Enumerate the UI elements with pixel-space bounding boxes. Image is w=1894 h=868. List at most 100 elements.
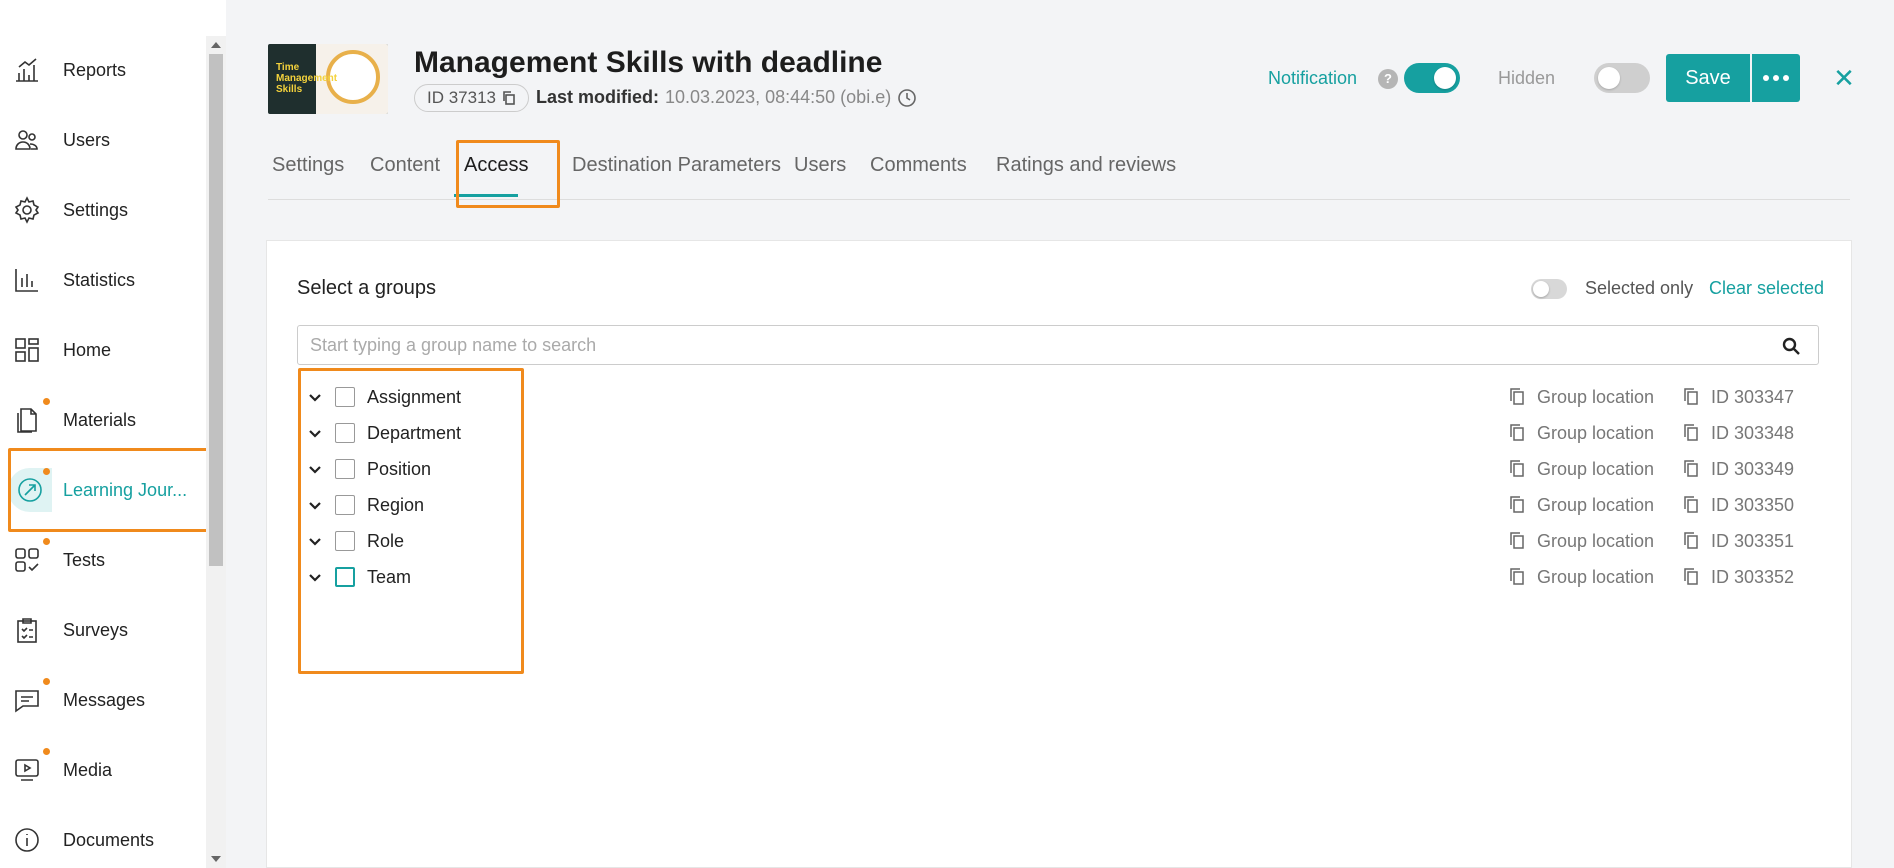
sidebar-scrollbar[interactable] [206, 36, 226, 868]
highlight-frame-tab [456, 140, 560, 208]
sidebar-item-label: Surveys [63, 619, 129, 640]
sidebar-item-media[interactable]: Media [0, 738, 206, 802]
cover-text: Time Management Skills [276, 62, 338, 95]
group-id: ID 303347 [1711, 387, 1795, 407]
scrollbar-thumb[interactable] [209, 54, 223, 566]
copy-icon[interactable] [1683, 424, 1699, 442]
page-title: Management Skills with deadline [414, 46, 883, 79]
scroll-down-icon[interactable] [211, 856, 221, 862]
last-modified-value: 10.03.2023, 08:44:50 (obi.e) [665, 87, 892, 107]
sidebar-item-messages[interactable]: Messages [0, 668, 206, 732]
selected-only-label: Selected only [1585, 278, 1694, 298]
copy-icon[interactable] [1683, 568, 1699, 586]
clipboard-icon [12, 615, 42, 645]
sidebar-item-settings[interactable]: Settings [0, 178, 206, 242]
scroll-up-icon[interactable] [211, 42, 221, 48]
copy-icon[interactable] [1683, 496, 1699, 514]
tab-ratings-and-reviews[interactable]: Ratings and reviews [996, 154, 1176, 177]
hidden-label: Hidden [1498, 68, 1556, 88]
tab-destination-parameters[interactable]: Destination Parameters [572, 154, 781, 177]
group-row: Role Group location ID 303351 [297, 521, 1819, 561]
history-clock-icon[interactable] [897, 88, 917, 108]
copy-icon[interactable] [1509, 496, 1525, 514]
copy-icon[interactable] [1683, 388, 1699, 406]
group-location[interactable]: Group location [1537, 567, 1654, 588]
info-icon [12, 825, 42, 855]
sidebar-item-label: Tests [63, 549, 106, 570]
group-location[interactable]: Group location [1537, 495, 1654, 516]
help-icon[interactable]: ? [1378, 69, 1398, 89]
last-modified: Last modified: 10.03.2023, 08:44:50 (obi… [536, 87, 917, 108]
copy-icon[interactable] [1509, 424, 1525, 442]
tab-comments[interactable]: Comments [870, 154, 967, 177]
hidden-toggle[interactable] [1594, 63, 1650, 93]
tab-users[interactable]: Users [794, 154, 846, 177]
sidebar-item-label: Materials [63, 409, 137, 430]
sidebar-item-surveys[interactable]: Surveys [0, 598, 206, 662]
tab-settings[interactable]: Settings [272, 154, 344, 177]
notification-toggle[interactable] [1404, 63, 1460, 93]
ellipsis-icon [1763, 75, 1769, 81]
documents-icon [12, 405, 42, 435]
group-location[interactable]: Group location [1537, 531, 1654, 552]
selected-only-toggle[interactable] [1531, 279, 1567, 299]
sidebar-item-materials[interactable]: Materials [0, 388, 206, 452]
sidebar-item-documents[interactable]: Documents [0, 808, 206, 868]
sidebar-item-label: Messages [63, 689, 146, 710]
sidebar-item-label: Reports [63, 59, 127, 80]
tab-content[interactable]: Content [370, 154, 440, 177]
sidebar-item-home[interactable]: Home [0, 318, 206, 382]
bar-chart-icon [12, 265, 42, 295]
copy-icon[interactable] [1683, 460, 1699, 478]
media-icon [12, 755, 42, 785]
group-location[interactable]: Group location [1537, 459, 1654, 480]
copy-icon[interactable] [502, 91, 516, 105]
more-options-button[interactable] [1752, 54, 1800, 102]
group-id: ID 303349 [1711, 459, 1795, 479]
gear-icon [12, 195, 42, 225]
sidebar-item-tests[interactable]: Tests [0, 528, 206, 592]
group-location[interactable]: Group location [1537, 387, 1654, 408]
copy-icon[interactable] [1509, 388, 1525, 406]
highlight-frame-groups [298, 368, 524, 674]
sidebar-item-statistics[interactable]: Statistics [0, 248, 206, 312]
toggle-knob [1598, 67, 1620, 89]
group-search-input[interactable] [310, 326, 1770, 364]
toggle-knob [1434, 67, 1456, 89]
notification-dot [43, 678, 50, 685]
id-label: ID 37313 [427, 88, 496, 107]
sidebar-item-label: Statistics [63, 269, 136, 290]
course-cover-image: Time Management Skills [268, 44, 388, 114]
clear-selected-link[interactable]: Clear selected [1709, 278, 1824, 299]
layout-icon [12, 335, 42, 365]
group-id: ID 303348 [1711, 423, 1795, 443]
copy-icon[interactable] [1509, 532, 1525, 550]
group-row: Department Group location ID 303348 [297, 413, 1819, 453]
group-search [297, 325, 1819, 365]
id-badge[interactable]: ID 37313 [414, 84, 529, 112]
ellipsis-icon [1773, 75, 1779, 81]
panel-title: Select a groups [297, 277, 436, 299]
copy-icon[interactable] [1683, 532, 1699, 550]
group-row: Region Group location ID 303350 [297, 485, 1819, 525]
group-id: ID 303350 [1711, 495, 1795, 515]
notification-dot [43, 398, 50, 405]
search-icon[interactable] [1782, 337, 1800, 355]
chart-up-icon [12, 55, 42, 85]
ellipsis-icon [1783, 75, 1789, 81]
copy-icon[interactable] [1509, 460, 1525, 478]
sidebar-item-label: Documents [63, 829, 155, 850]
last-modified-label: Last modified: [536, 87, 660, 107]
group-id: ID 303351 [1711, 531, 1795, 551]
sidebar-item-reports[interactable]: Reports [0, 38, 206, 102]
sidebar-item-users[interactable]: Users [0, 108, 206, 172]
close-icon[interactable]: ✕ [1830, 64, 1858, 92]
notification-label: Notification [1268, 68, 1358, 88]
group-location[interactable]: Group location [1537, 423, 1654, 444]
copy-icon[interactable] [1509, 568, 1525, 586]
notification-dot [43, 748, 50, 755]
users-icon [12, 125, 42, 155]
group-row: Assignment Group location ID 303347 [297, 377, 1819, 417]
save-button[interactable]: Save [1666, 54, 1750, 102]
highlight-frame-sidebar [8, 448, 210, 532]
